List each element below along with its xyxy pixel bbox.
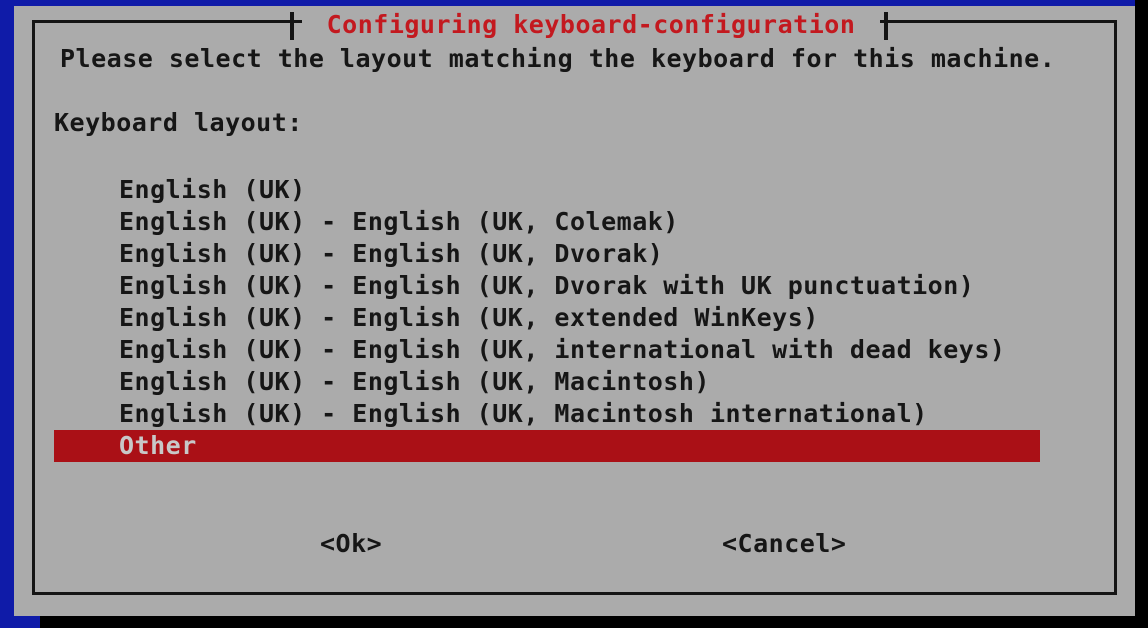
keyboard-layout-list[interactable]: English (UK) English (UK) - English (UK, … — [54, 174, 1094, 462]
dialog-button-row: <Ok> <Cancel> — [54, 524, 1094, 564]
title-divider-left-tick — [290, 12, 294, 40]
ok-button[interactable]: <Ok> — [320, 524, 382, 564]
console-screen: Configuring keyboard-configuration Pleas… — [0, 0, 1148, 628]
list-item[interactable]: English (UK) — [54, 174, 1094, 206]
list-item[interactable]: English (UK) - English (UK, internationa… — [54, 334, 1094, 366]
dialog-title: Configuring keyboard-configuration — [302, 10, 880, 40]
console-black-bottom-margin — [40, 616, 1148, 628]
list-item[interactable]: English (UK) - English (UK, extended Win… — [54, 302, 1094, 334]
list-item[interactable]: Other — [54, 430, 1040, 462]
cancel-button[interactable]: <Cancel> — [722, 524, 846, 564]
keyboard-layout-label: Keyboard layout: — [54, 108, 303, 137]
list-item[interactable]: English (UK) - English (UK, Macintosh) — [54, 366, 1094, 398]
title-divider-right-tick — [884, 12, 888, 40]
dialog-prompt-text: Please select the layout matching the ke… — [60, 44, 1056, 73]
list-item[interactable]: English (UK) - English (UK, Macintosh in… — [54, 398, 1094, 430]
list-item[interactable]: English (UK) - English (UK, Colemak) — [54, 206, 1094, 238]
list-item[interactable]: English (UK) - English (UK, Dvorak with … — [54, 270, 1094, 302]
configuring-keyboard-dialog: Configuring keyboard-configuration Pleas… — [14, 6, 1135, 616]
list-item[interactable]: English (UK) - English (UK, Dvorak) — [54, 238, 1094, 270]
console-black-right-margin — [1135, 0, 1148, 628]
